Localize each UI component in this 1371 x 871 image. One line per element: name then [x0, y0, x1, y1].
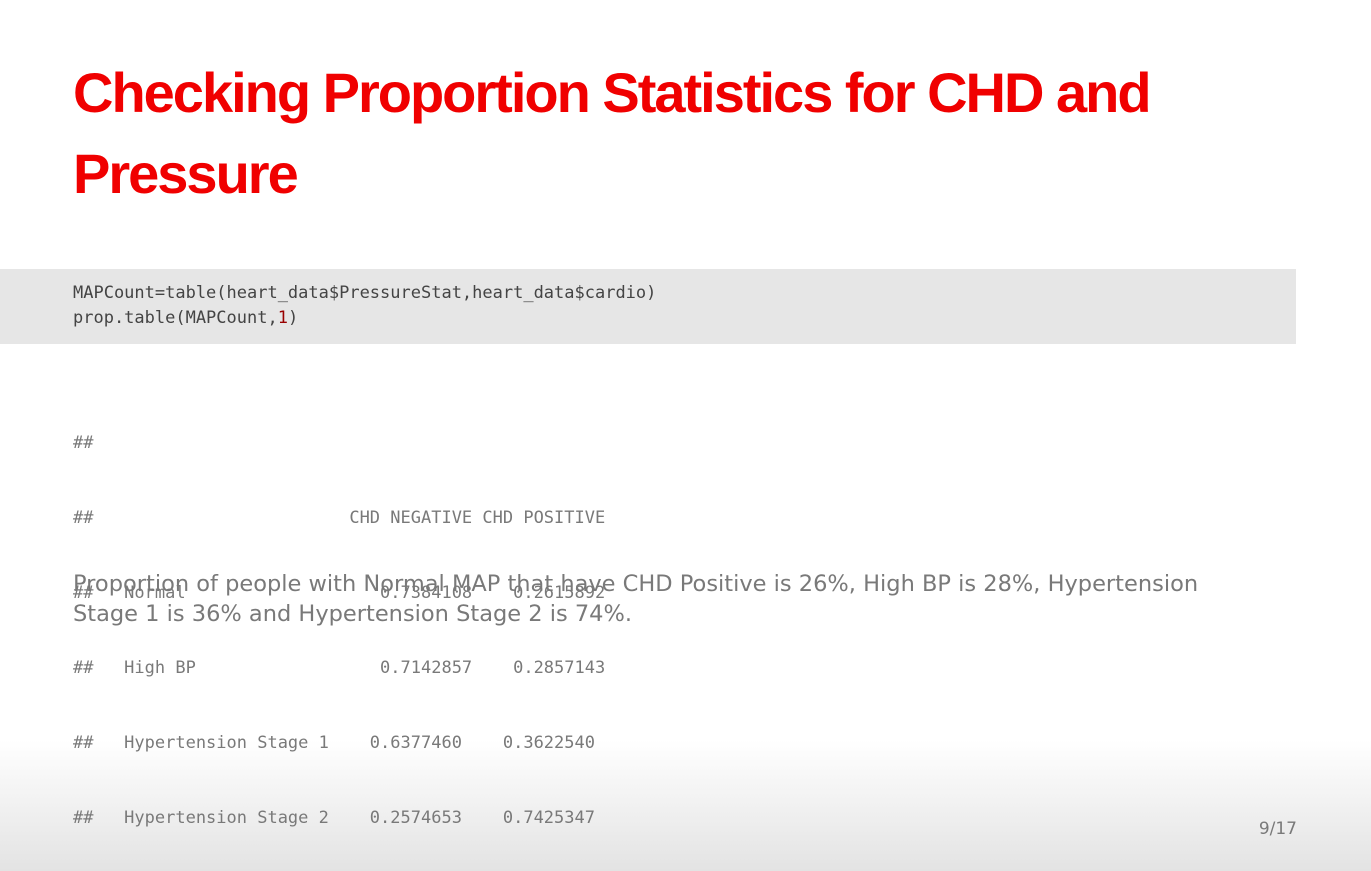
- slide: Checking Proportion Statistics for CHD a…: [0, 0, 1371, 871]
- output-header: ## CHD NEGATIVE CHD POSITIVE: [73, 508, 606, 528]
- output-row-high-bp: ## High BP 0.7142857 0.2857143: [73, 658, 606, 678]
- slide-number: 9/17: [1258, 819, 1297, 839]
- output-row-stage-1: ## Hypertension Stage 1 0.6377460 0.3622…: [73, 733, 595, 753]
- code-line-2: prop.table(MAPCount,1): [73, 306, 1296, 331]
- code-line-1: MAPCount=table(heart_data$PressureStat,h…: [73, 283, 657, 303]
- summary-paragraph: Proportion of people with Normal MAP tha…: [73, 571, 1199, 627]
- code-line-2-suffix: ): [287, 308, 299, 328]
- code-line-2-number: 1: [277, 308, 288, 328]
- output-row-stage-2: ## Hypertension Stage 2 0.2574653 0.7425…: [73, 808, 595, 828]
- output-blank-line: ##: [73, 433, 94, 453]
- slide-title: Checking Proportion Statistics for CHD a…: [73, 61, 1152, 205]
- code-line-2-prefix: prop.table(MAPCount,: [73, 308, 278, 328]
- code-block: MAPCount=table(heart_data$PressureStat,h…: [0, 269, 1296, 344]
